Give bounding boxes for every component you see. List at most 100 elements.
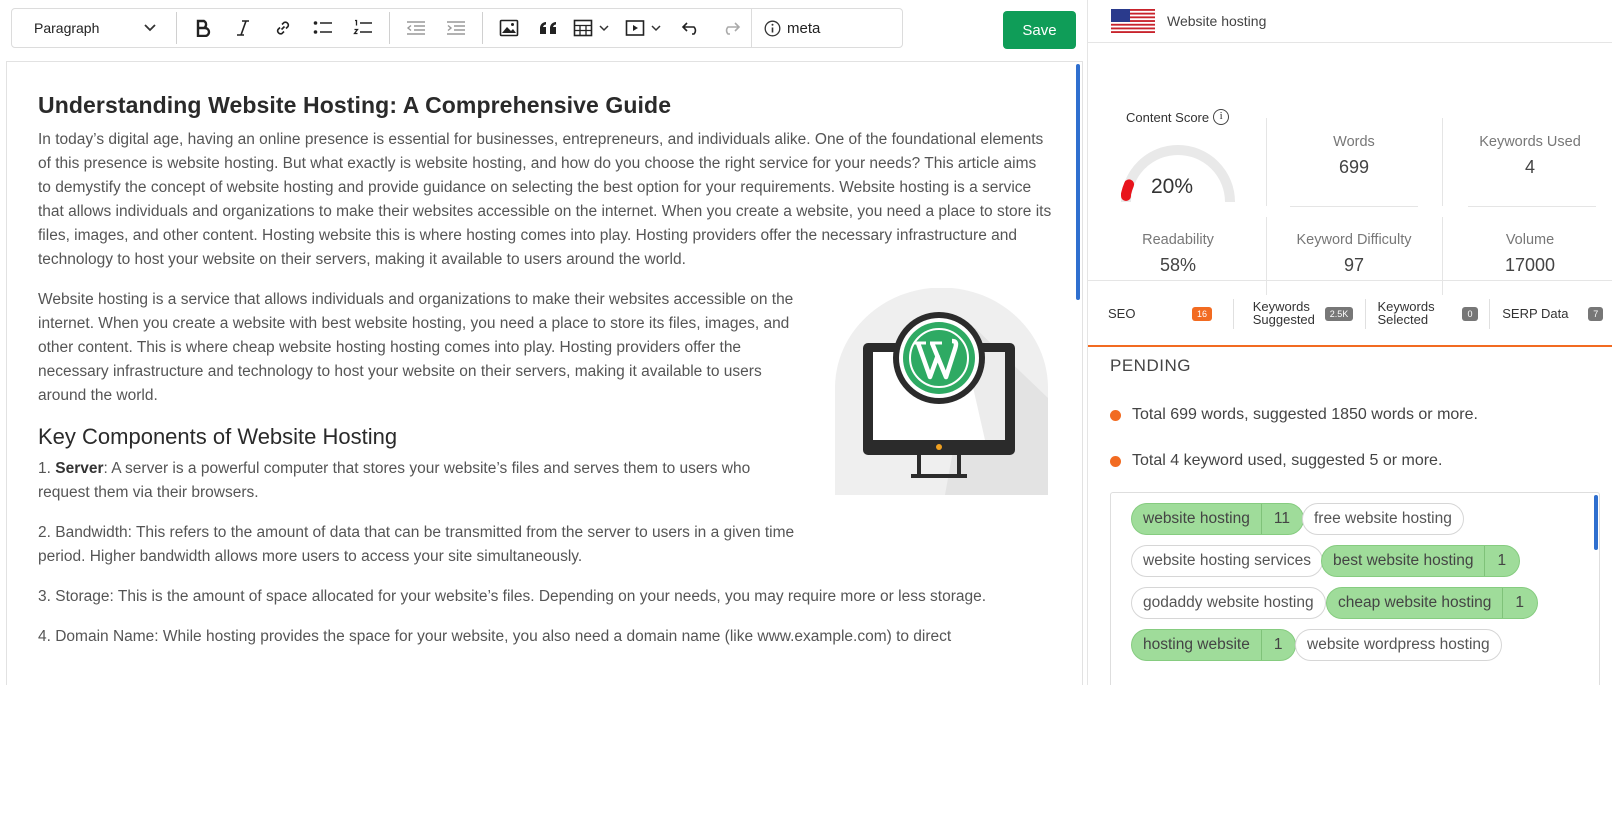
content-score-label: Content Score i xyxy=(1126,109,1230,125)
keyword-list-scrollbar[interactable] xyxy=(1594,495,1598,550)
bullet-list-button[interactable] xyxy=(303,9,343,47)
toolbar-divider xyxy=(482,12,483,44)
us-flag-icon xyxy=(1111,9,1155,33)
blockquote-icon xyxy=(540,22,556,34)
document-title: Understanding Website Hosting: A Compreh… xyxy=(38,92,672,118)
info-icon xyxy=(764,20,781,36)
chevron-down-icon xyxy=(599,24,609,31)
tab-badge: 2.5K xyxy=(1324,307,1354,321)
outdent-icon xyxy=(406,21,425,35)
link-button[interactable] xyxy=(263,9,303,47)
bold-button[interactable] xyxy=(183,9,223,47)
link-icon xyxy=(276,21,290,35)
keyword-chip[interactable]: hosting website 1 xyxy=(1131,629,1297,661)
blockquote-button[interactable] xyxy=(529,9,569,47)
stat-keywords-used: Keywords Used 4 xyxy=(1479,134,1581,177)
list-item: 1. Server: A server is a powerful comput… xyxy=(38,460,751,501)
stats-section: Content Score i 20% Words 699 Keywords Us… xyxy=(1088,43,1612,295)
keyword-chip-label: website wordpress hosting xyxy=(1307,636,1490,653)
indent-button[interactable] xyxy=(436,9,476,47)
second-paragraph: Website hosting is a service that allows… xyxy=(38,291,794,404)
toolbar-divider xyxy=(389,12,390,44)
table-button[interactable] xyxy=(569,9,613,47)
list-item: 2. Bandwidth: This refers to the amount … xyxy=(38,524,795,565)
document-content: Understanding Website Hosting: A Compreh… xyxy=(38,92,1054,665)
outdent-button[interactable] xyxy=(396,9,436,47)
divider xyxy=(1442,118,1443,206)
tab-seo[interactable]: SEO 16 xyxy=(1088,281,1233,345)
tab-keywords-selected[interactable]: Keywords Selected 0 xyxy=(1364,281,1488,345)
editor-area[interactable]: Understanding Website Hosting: A Compreh… xyxy=(6,61,1083,685)
keyword-chip[interactable]: website hosting services xyxy=(1131,545,1323,577)
image-icon xyxy=(499,19,519,37)
keyword-chip[interactable]: website hosting 11 xyxy=(1131,503,1304,535)
divider xyxy=(1290,206,1418,207)
table-icon xyxy=(573,19,593,37)
pending-title: PENDING xyxy=(1110,356,1191,375)
save-button[interactable]: Save xyxy=(1003,11,1076,49)
keyword-chip-label: best website hosting xyxy=(1333,552,1474,569)
keyword-chip[interactable]: free website hosting xyxy=(1302,503,1464,535)
tab-badge: 0 xyxy=(1462,307,1478,321)
undo-icon xyxy=(681,22,697,35)
pending-item: Total 699 words, suggested 1850 words or… xyxy=(1110,406,1478,424)
block-format-value: Paragraph xyxy=(34,20,100,36)
keyword-chip-label: hosting website xyxy=(1143,636,1250,653)
tab-keywords-suggested[interactable]: Keywords Suggested 2.5K xyxy=(1233,281,1365,345)
bold-icon xyxy=(196,19,211,37)
bullet-list-icon xyxy=(313,21,332,34)
media-button[interactable] xyxy=(621,9,665,47)
keyword-title: Website hosting xyxy=(1167,13,1267,29)
keyword-header: Website hosting xyxy=(1088,0,1612,43)
tab-badge: 16 xyxy=(1192,307,1213,321)
status-dot-icon xyxy=(1110,409,1121,421)
editor-scrollbar[interactable] xyxy=(1076,64,1080,300)
keyword-chip-list: website hosting 11 free website hosting web… xyxy=(1110,492,1600,685)
panel-tabs: SEO 16 Keywords Suggested 2.5K Keywords … xyxy=(1088,281,1612,347)
divider xyxy=(1266,118,1267,206)
meta-label: meta xyxy=(787,19,821,37)
keyword-chip-count: 1 xyxy=(1484,546,1519,576)
redo-button[interactable] xyxy=(711,9,751,47)
info-icon[interactable]: i xyxy=(1213,109,1230,125)
keyword-chip-label: website hosting xyxy=(1143,510,1250,527)
stat-readability: Readability 58% xyxy=(1142,232,1214,275)
keyword-chip[interactable]: godaddy website hosting xyxy=(1131,587,1326,619)
block-format-select[interactable]: Paragraph xyxy=(12,9,170,47)
keyword-chip-label: godaddy website hosting xyxy=(1143,594,1314,611)
toolbar-divider xyxy=(176,12,177,44)
numbered-list-icon xyxy=(353,19,372,35)
insert-image-button[interactable] xyxy=(489,9,529,47)
stat-volume: Volume 17000 xyxy=(1504,232,1556,275)
stat-keyword-difficulty: Keyword Difficulty 97 xyxy=(1296,232,1412,275)
pending-item: Total 4 keyword used, suggested 5 or mor… xyxy=(1110,452,1442,470)
keyword-chip-count: 1 xyxy=(1502,588,1537,618)
keyword-chip[interactable]: cheap website hosting 1 xyxy=(1326,587,1539,619)
content-score-value: 20% xyxy=(1151,175,1194,198)
italic-button[interactable] xyxy=(223,9,263,47)
chevron-down-icon xyxy=(651,24,661,31)
status-dot-icon xyxy=(1110,455,1121,467)
keyword-chip-label: free website hosting xyxy=(1314,510,1452,527)
seo-panel: Website hosting Content Score i 20% Word… xyxy=(1087,0,1612,685)
tab-badge: 7 xyxy=(1588,307,1604,321)
keyword-chip[interactable]: website wordpress hosting xyxy=(1295,629,1502,661)
tab-serp-data[interactable]: SERP Data 7 xyxy=(1488,281,1612,345)
image-section: Website hosting is a service that allows… xyxy=(38,288,1054,569)
intro-paragraph: In today’s digital age, having an online… xyxy=(38,131,1052,268)
wordpress-monitor-image xyxy=(835,288,1048,495)
indent-icon xyxy=(447,21,465,35)
keyword-chip-count: 1 xyxy=(1260,630,1296,660)
meta-button[interactable]: meta xyxy=(751,9,832,47)
redo-icon xyxy=(725,22,741,35)
list-item: 3. Storage: This is the amount of space … xyxy=(38,588,987,605)
keyword-chip-label: cheap website hosting xyxy=(1338,594,1492,611)
chevron-down-icon xyxy=(144,24,156,32)
keyword-chip-count: 11 xyxy=(1260,504,1303,534)
numbered-list-button[interactable] xyxy=(343,9,383,47)
keyword-chip[interactable]: best website hosting 1 xyxy=(1321,545,1521,577)
undo-button[interactable] xyxy=(671,9,711,47)
list-item: 4. Domain Name: While hosting provides t… xyxy=(38,628,952,645)
editor-toolbar: Paragraph meta xyxy=(11,8,903,48)
stat-words: Words 699 xyxy=(1333,134,1375,177)
